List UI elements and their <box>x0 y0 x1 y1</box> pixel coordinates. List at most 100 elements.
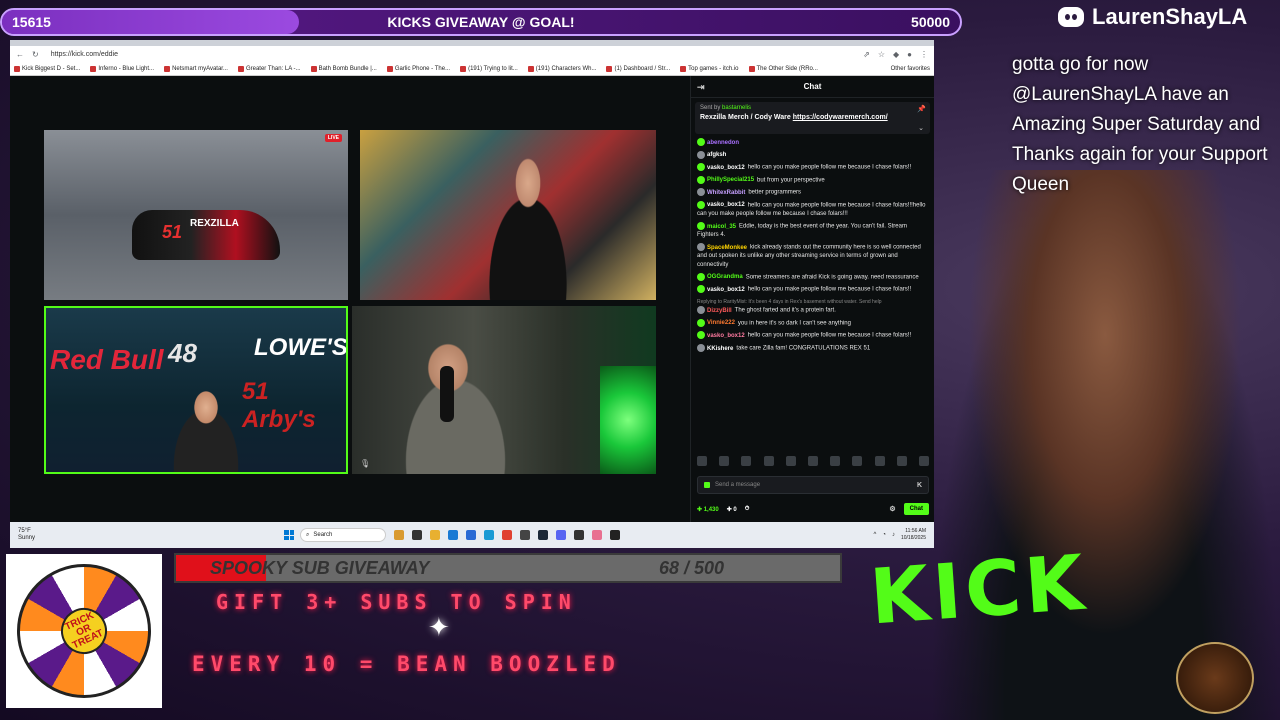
chat-message[interactable]: abennedon <box>697 138 928 147</box>
bookmark-item[interactable]: Inferno - Blue Light... <box>90 66 154 72</box>
emote-icon[interactable] <box>697 456 707 466</box>
chat-username[interactable]: vasko_box12 <box>707 287 745 293</box>
chevron-down-icon[interactable]: ⌄ <box>918 124 924 132</box>
chat-username[interactable]: OGGrandma <box>707 274 743 280</box>
chat-username[interactable]: DizzyBill <box>707 308 732 314</box>
chat-username[interactable]: vasko_box12 <box>707 202 745 208</box>
chat-message[interactable]: maicol_35 Eddie, today is the best event … <box>697 221 928 240</box>
user-avatar[interactable] <box>697 243 705 252</box>
app-icon[interactable] <box>412 530 422 540</box>
chat-send-button[interactable]: Chat <box>903 503 929 515</box>
app-icon[interactable] <box>394 530 404 540</box>
user-avatar[interactable] <box>697 188 705 197</box>
wifi-icon[interactable]: ◔ <box>882 532 886 538</box>
emote-icon[interactable] <box>807 456 818 466</box>
app-icon[interactable] <box>592 530 602 540</box>
chat-username[interactable]: SpaceMonkee <box>707 245 747 251</box>
gift-count[interactable]: ✚ 0 <box>727 506 737 513</box>
chat-message[interactable]: Replying to RarityMist: It's been 4 days… <box>697 298 928 316</box>
tray-chevron-icon[interactable]: ^ <box>874 532 877 538</box>
emote-icon[interactable] <box>918 456 929 466</box>
windows-start-icon[interactable] <box>284 530 294 540</box>
user-avatar[interactable] <box>697 344 705 353</box>
user-avatar[interactable] <box>697 272 705 281</box>
obs-icon[interactable] <box>610 530 620 540</box>
other-bookmarks[interactable]: Other favorites <box>891 66 930 72</box>
back-icon[interactable]: ← <box>16 50 24 59</box>
chat-message[interactable]: vasko_box12 hello can you make people fol… <box>697 163 928 172</box>
chat-username[interactable]: maicol_35 <box>707 224 736 230</box>
bookmark-item[interactable]: Garlic Phone - The... <box>387 66 450 72</box>
star-icon[interactable]: ☆ <box>878 50 885 59</box>
emote-icon[interactable] <box>896 456 907 466</box>
share-icon[interactable]: ⇗ <box>863 50 870 59</box>
bookmark-item[interactable]: Kick Biggest D - Set... <box>14 66 80 72</box>
url-field[interactable]: https://kick.com/eddie <box>47 51 647 58</box>
steam-icon[interactable] <box>538 530 548 540</box>
chat-username[interactable]: afgksh <box>707 152 726 158</box>
chrome-icon[interactable] <box>502 530 512 540</box>
app-icon[interactable] <box>520 530 530 540</box>
pinned-message[interactable]: Sent by bastarnelis Rexzilla Merch / Cod… <box>695 102 930 134</box>
bookmark-item[interactable]: Bath Bomb Bundle |... <box>311 66 377 72</box>
chat-username[interactable]: abennedon <box>707 140 739 146</box>
user-avatar[interactable] <box>697 163 705 172</box>
user-avatar[interactable] <box>697 285 705 294</box>
bookmark-item[interactable]: (191) Trying to lit... <box>460 66 518 72</box>
extension-icon[interactable]: ◆ <box>893 50 899 59</box>
bookmark-item[interactable]: Top games - itch.io <box>680 66 738 72</box>
user-avatar[interactable] <box>697 150 705 159</box>
pin-icon[interactable]: 📌 <box>917 105 926 113</box>
emote-icon[interactable] <box>874 456 885 466</box>
chat-message[interactable]: SpaceMonkee kick already stands out the c… <box>697 243 928 269</box>
chat-message[interactable]: PhillySpecial215 but from your perspectiv… <box>697 175 928 185</box>
bookmark-item[interactable]: Netsmart myAvatar... <box>164 66 228 72</box>
bookmark-item[interactable]: Greater Than: LA -... <box>238 66 301 72</box>
weather-widget[interactable]: 75°F Sunny <box>18 528 268 542</box>
app-icon[interactable] <box>574 530 584 540</box>
chat-message[interactable]: afgksh <box>697 150 928 160</box>
bookmark-item[interactable]: (191) Characters Wh... <box>528 66 597 72</box>
chat-message[interactable]: Vinnie222 you in here it's so dark I can'… <box>697 318 928 328</box>
user-avatar[interactable] <box>697 318 705 327</box>
user-avatar[interactable] <box>697 331 705 340</box>
emote-icon[interactable] <box>785 456 796 466</box>
chat-username[interactable]: PhillySpecial215 <box>707 177 754 183</box>
app-icon[interactable] <box>466 530 476 540</box>
emote-icon[interactable] <box>830 456 841 466</box>
clock[interactable]: 11:56 AM 10/18/2025 <box>901 528 926 542</box>
chat-username[interactable]: vasko_box12 <box>707 333 745 339</box>
folder-icon[interactable] <box>430 530 440 540</box>
chat-username[interactable]: KKishere <box>707 346 733 352</box>
user-avatar[interactable] <box>697 306 705 315</box>
app-icon[interactable] <box>448 530 458 540</box>
bookmark-item[interactable]: (1) Dashboard / Str... <box>606 66 670 72</box>
chat-username[interactable]: Vinnie222 <box>707 320 735 326</box>
emote-icon[interactable] <box>741 456 752 466</box>
edge-icon[interactable] <box>484 530 494 540</box>
user-avatar[interactable] <box>697 175 705 184</box>
channel-points[interactable]: ✚ 1,430 <box>697 506 719 513</box>
chat-message[interactable]: OGGrandma Some streamers are afraid Kick … <box>697 272 928 282</box>
chat-message[interactable]: vasko_box12 hello can you make people fol… <box>697 285 928 294</box>
volume-icon[interactable]: ♪ <box>892 532 895 538</box>
profile-icon[interactable]: ● <box>907 50 912 59</box>
pinned-link[interactable]: https://codywaremerch.com/ <box>793 114 888 121</box>
emote-icon[interactable] <box>719 456 730 466</box>
menu-icon[interactable]: ⋮ <box>920 50 928 59</box>
user-avatar[interactable] <box>697 221 705 230</box>
emote-icon[interactable] <box>852 456 863 466</box>
emote-picker-icon[interactable] <box>704 482 710 488</box>
chat-username[interactable]: vasko_box12 <box>707 165 745 171</box>
chat-username[interactable]: WhitexRabbit <box>707 190 745 196</box>
emote-icon[interactable] <box>763 456 774 466</box>
gear-icon[interactable]: ⚙ <box>889 505 895 513</box>
timer-icon[interactable]: ⏱ <box>745 506 750 513</box>
user-avatar[interactable] <box>697 138 705 146</box>
video-player[interactable]: 51 REXZILLA LIVE Red Bull 48 LOWE'S 51 A… <box>10 76 690 522</box>
chat-message[interactable]: KKishere take care Zilla fam! CONGRATULAT… <box>697 344 928 353</box>
collapse-chat-icon[interactable]: ⇥ <box>697 82 705 93</box>
chat-input[interactable]: Send a message K <box>697 476 929 494</box>
refresh-icon[interactable]: ↻ <box>32 50 39 59</box>
chat-message[interactable]: vasko_box12 hello can you make people fol… <box>697 331 928 340</box>
